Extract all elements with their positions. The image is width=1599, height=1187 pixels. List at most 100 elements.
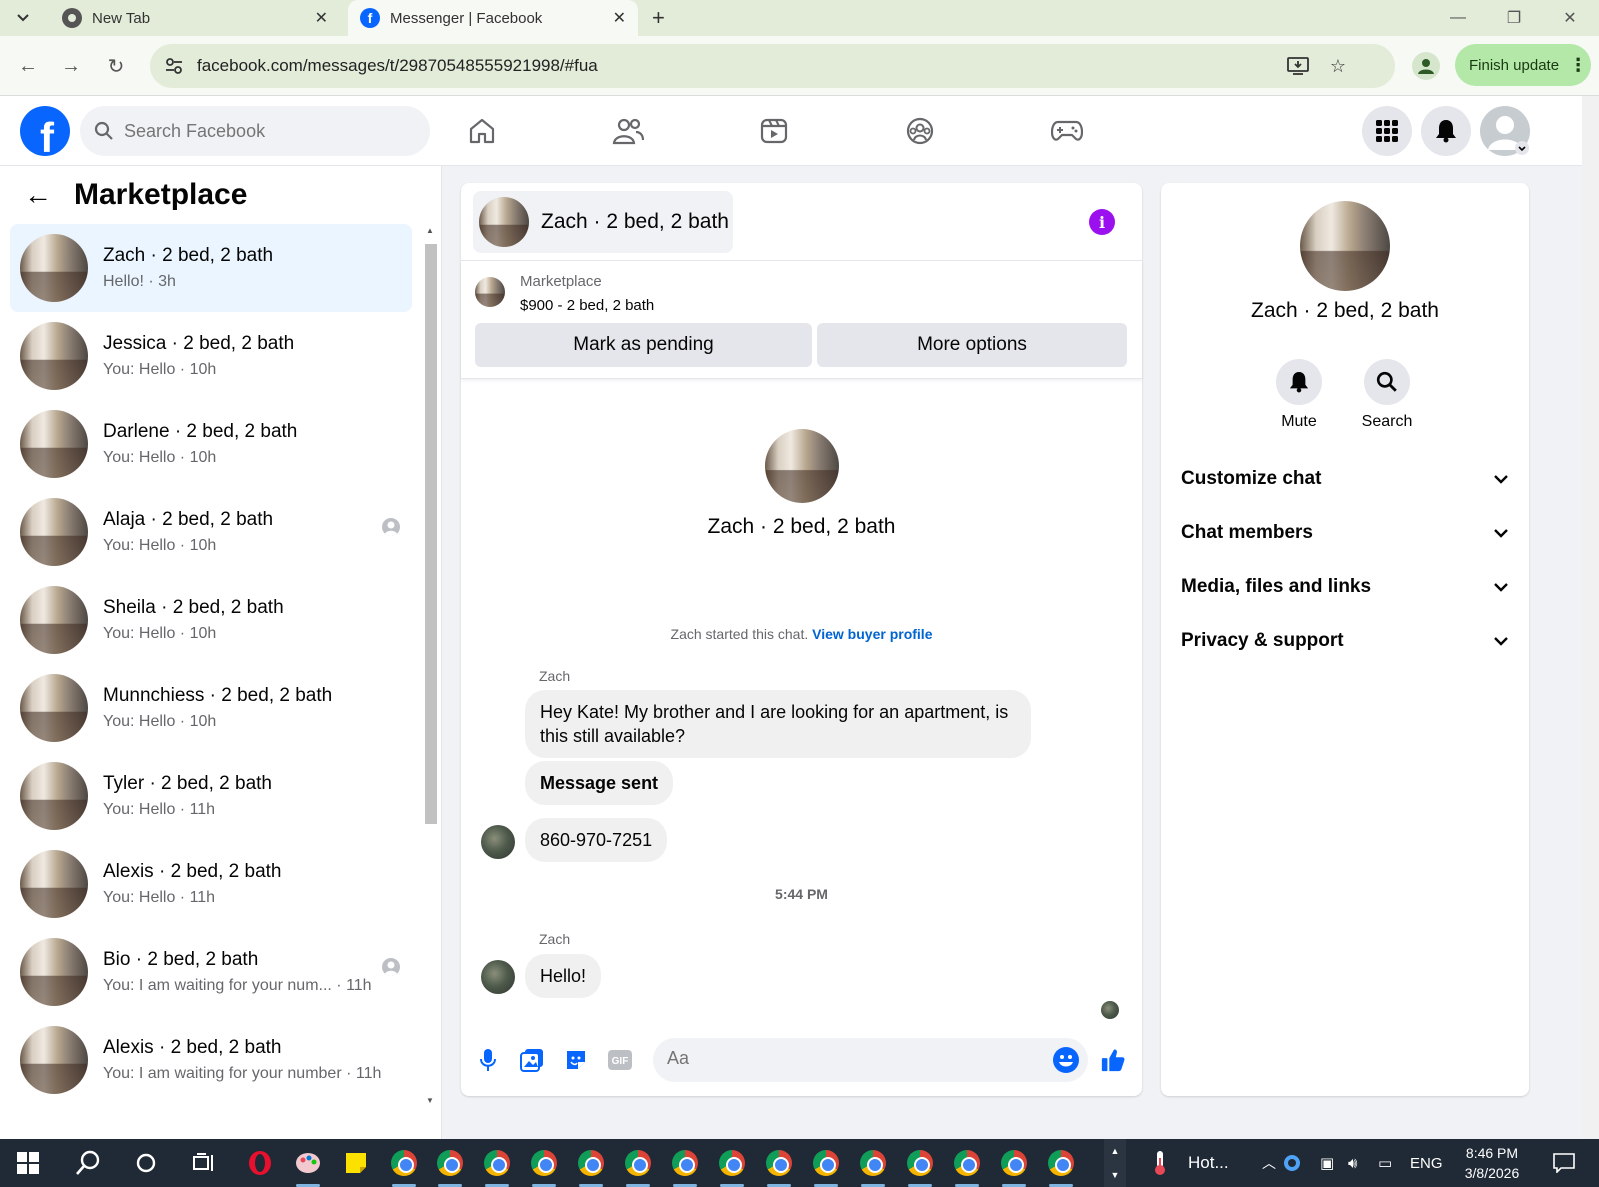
- site-settings-icon[interactable]: [164, 56, 184, 76]
- conversation-item[interactable]: Munnchiess · 2 bed, 2 bath You: Hello · 1…: [10, 664, 412, 752]
- conversation-item[interactable]: Bio · 2 bed, 2 bath You: I am waiting for…: [10, 928, 412, 1016]
- nav-friends[interactable]: [598, 106, 658, 156]
- facebook-logo[interactable]: f: [20, 106, 70, 156]
- sender-avatar[interactable]: [481, 825, 515, 859]
- section-customize-chat[interactable]: Customize chat: [1181, 459, 1509, 499]
- menu-button[interactable]: [1362, 106, 1412, 156]
- facebook-search[interactable]: [80, 106, 430, 156]
- reload-button[interactable]: ↻: [100, 50, 132, 82]
- mute-button[interactable]: [1276, 359, 1322, 405]
- new-tab-button[interactable]: +: [652, 0, 665, 36]
- meet-now-icon[interactable]: ▣: [1320, 1139, 1334, 1187]
- sticker-icon[interactable]: [563, 1047, 589, 1073]
- windows-start-button[interactable]: [8, 1145, 48, 1181]
- tab-messenger[interactable]: f Messenger | Facebook ✕: [348, 0, 638, 36]
- thumbs-up-icon[interactable]: [1100, 1047, 1126, 1073]
- input-language[interactable]: ENG: [1410, 1139, 1443, 1187]
- conversation-item[interactable]: Tyler · 2 bed, 2 bath You: Hello · 11h: [10, 752, 412, 840]
- close-icon[interactable]: ✕: [613, 8, 626, 28]
- message-bubble[interactable]: 860-970-7251: [525, 818, 668, 862]
- weather-text[interactable]: Hot...: [1188, 1139, 1229, 1187]
- conversation-item[interactable]: Alexis · 2 bed, 2 bath You: Hello · 11h: [10, 840, 412, 928]
- chrome-app[interactable]: [1041, 1145, 1081, 1187]
- page-scrollbar[interactable]: [1582, 96, 1599, 1139]
- info-icon[interactable]: i: [1089, 209, 1115, 235]
- conversation-item[interactable]: Sheila · 2 bed, 2 bath You: Hello · 10h: [10, 576, 412, 664]
- view-buyer-profile-link[interactable]: View buyer profile: [812, 626, 932, 642]
- message-bubble[interactable]: Hello!: [525, 954, 602, 998]
- network-icon[interactable]: ▭: [1378, 1139, 1392, 1187]
- chrome-app[interactable]: [900, 1145, 940, 1187]
- mark-as-pending-button[interactable]: Mark as pending: [475, 323, 812, 367]
- tab-new-tab[interactable]: New Tab ✕: [50, 0, 340, 36]
- chevron-up-icon[interactable]: ︿: [1262, 1139, 1276, 1187]
- onedrive-icon[interactable]: [1280, 1145, 1304, 1181]
- paint-app[interactable]: [288, 1145, 328, 1187]
- search-in-chat-button[interactable]: [1364, 359, 1410, 405]
- minimize-button[interactable]: —: [1430, 0, 1486, 36]
- chrome-app[interactable]: [571, 1145, 611, 1187]
- chrome-app[interactable]: [477, 1145, 517, 1187]
- nav-home[interactable]: [452, 106, 512, 156]
- sticky-notes-app[interactable]: [336, 1145, 376, 1181]
- chrome-app[interactable]: [759, 1145, 799, 1187]
- chrome-app[interactable]: [712, 1145, 752, 1187]
- notifications-button[interactable]: [1421, 106, 1471, 156]
- chrome-app[interactable]: [665, 1145, 705, 1187]
- finish-update-button[interactable]: Finish update ⋮: [1455, 44, 1591, 86]
- mute-action[interactable]: Mute: [1269, 359, 1329, 431]
- cortana-button[interactable]: [126, 1145, 166, 1181]
- nav-groups[interactable]: [890, 106, 950, 156]
- tab-search-menu[interactable]: [8, 4, 38, 32]
- search-action[interactable]: Search: [1357, 359, 1417, 431]
- photo-icon[interactable]: [519, 1047, 545, 1073]
- listing-price[interactable]: $900 - 2 bed, 2 bath: [520, 297, 654, 314]
- chrome-app[interactable]: [430, 1145, 470, 1187]
- conversation-item[interactable]: Alaja · 2 bed, 2 bath You: Hello · 10h: [10, 488, 412, 576]
- back-button[interactable]: ←: [12, 50, 44, 82]
- microphone-icon[interactable]: [475, 1047, 501, 1073]
- chrome-app[interactable]: [853, 1145, 893, 1187]
- notification-center-button[interactable]: [1544, 1145, 1584, 1181]
- volume-icon[interactable]: 🔊︎: [1348, 1139, 1357, 1187]
- chrome-app[interactable]: [947, 1145, 987, 1187]
- conversation-item[interactable]: Darlene · 2 bed, 2 bath You: Hello · 10h: [10, 400, 412, 488]
- sidebar-scrollbar[interactable]: ▲ ▼: [424, 224, 438, 1108]
- weather-widget-icon[interactable]: [1140, 1145, 1180, 1181]
- section-privacy-support[interactable]: Privacy & support: [1181, 621, 1509, 661]
- taskbar-search-button[interactable]: [68, 1145, 108, 1181]
- taskbar-clock[interactable]: 8:46 PM 3/8/2026: [1452, 1143, 1532, 1183]
- message-input[interactable]: [667, 1048, 1037, 1069]
- gif-icon[interactable]: GIF: [607, 1047, 633, 1073]
- message-bubble[interactable]: Message sent: [525, 761, 674, 805]
- back-arrow-icon[interactable]: ←: [24, 179, 52, 211]
- intro-avatar[interactable]: [764, 429, 839, 503]
- search-input[interactable]: [124, 120, 404, 142]
- chrome-app[interactable]: [994, 1145, 1034, 1187]
- section-media-files-links[interactable]: Media, files and links: [1181, 567, 1509, 607]
- address-bar[interactable]: facebook.com/messages/t/2987054855592199…: [150, 44, 1395, 88]
- taskbar-scroll-arrows[interactable]: ▲ ▼: [1104, 1139, 1126, 1187]
- sender-avatar[interactable]: [481, 960, 515, 994]
- restore-button[interactable]: ❐: [1486, 0, 1542, 36]
- nav-video[interactable]: [744, 106, 804, 156]
- more-options-button[interactable]: More options: [817, 323, 1127, 367]
- close-icon[interactable]: ✕: [315, 8, 328, 28]
- scroll-up-icon[interactable]: ▲: [426, 226, 434, 235]
- conversation-item[interactable]: Alexis · 2 bed, 2 bath You: I am waiting …: [10, 1016, 412, 1104]
- account-avatar-button[interactable]: [1480, 106, 1530, 156]
- opera-app[interactable]: [240, 1145, 280, 1181]
- nav-gaming[interactable]: [1037, 106, 1097, 156]
- details-avatar[interactable]: [1300, 201, 1390, 291]
- conversation-item[interactable]: Zach · 2 bed, 2 bath Hello! · 3h: [10, 224, 412, 312]
- chrome-app[interactable]: [806, 1145, 846, 1187]
- emoji-icon[interactable]: [1052, 1046, 1080, 1074]
- scroll-down-icon[interactable]: ▼: [426, 1096, 434, 1105]
- install-app-icon[interactable]: [1286, 54, 1310, 78]
- chevron-down-icon[interactable]: ▼: [1111, 1170, 1120, 1180]
- message-bubble[interactable]: Hey Kate! My brother and I are looking f…: [525, 690, 1031, 758]
- section-chat-members[interactable]: Chat members: [1181, 513, 1509, 553]
- forward-button[interactable]: →: [55, 50, 87, 82]
- chrome-app[interactable]: [384, 1145, 424, 1187]
- task-view-button[interactable]: [184, 1145, 224, 1181]
